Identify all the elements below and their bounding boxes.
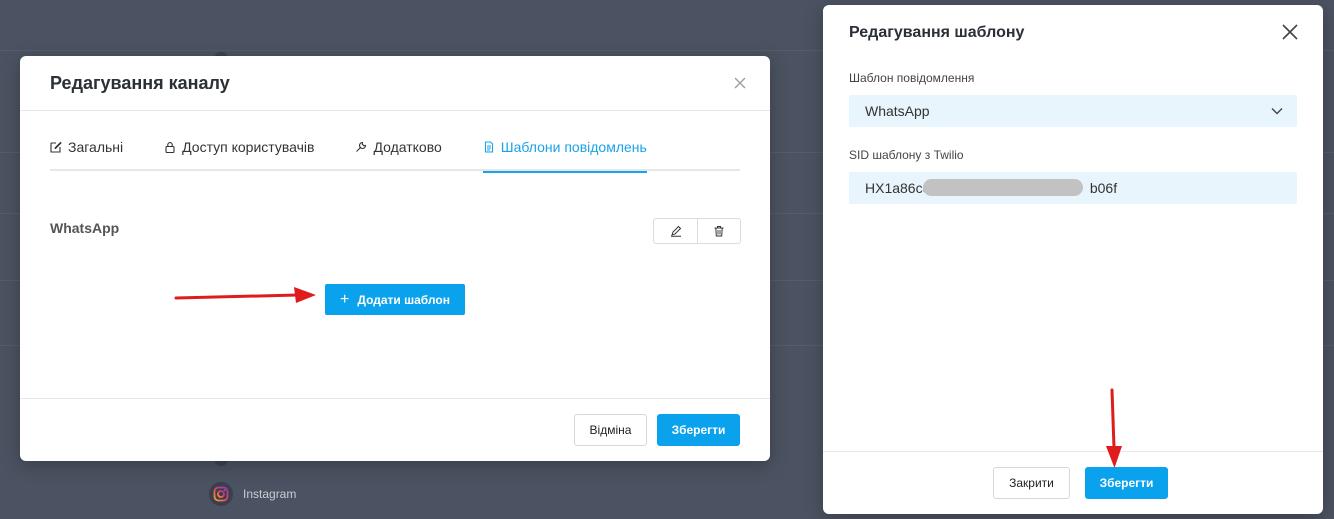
delete-template-button[interactable] [697, 219, 740, 243]
wrench-icon [355, 141, 367, 153]
tab-label: Доступ користувачів [182, 138, 315, 155]
tab-general[interactable]: Загальні [50, 134, 123, 171]
message-template-label: Шаблон повідомлення [849, 71, 975, 85]
add-template-label: Додати шаблон [357, 292, 450, 307]
add-template-button[interactable]: + Додати шаблон [325, 284, 465, 315]
message-template-value: WhatsApp [865, 103, 930, 119]
cancel-button[interactable]: Відміна [574, 414, 647, 446]
pencil-icon [670, 225, 682, 237]
document-icon [483, 140, 495, 153]
modal-footer: Відміна Зберегти [20, 398, 770, 461]
lock-icon [164, 141, 176, 153]
redacted-overlay [923, 179, 1083, 196]
close-button[interactable]: Закрити [993, 467, 1070, 499]
close-icon[interactable] [732, 75, 748, 91]
tab-user-access[interactable]: Доступ користувачів [164, 134, 314, 171]
save-button[interactable]: Зберегти [657, 414, 740, 446]
trash-icon [713, 225, 725, 237]
sid-label: SID шаблону з Twilio [849, 148, 964, 162]
message-template-select[interactable]: WhatsApp [849, 95, 1297, 127]
background-list-item-instagram: Instagram [209, 482, 296, 506]
close-icon[interactable] [1281, 23, 1299, 41]
tab-message-templates[interactable]: Шаблони повідомлень [482, 134, 647, 173]
tab-label: Загальні [68, 138, 124, 155]
background-list-item-label: Instagram [243, 487, 297, 501]
tab-additional[interactable]: Додатково [355, 134, 442, 171]
save-button[interactable]: Зберегти [1085, 467, 1168, 499]
template-edit-panel: Редагування шаблону Шаблон повідомлення … [823, 5, 1323, 514]
chevron-down-icon [1271, 107, 1283, 115]
plus-icon: + [340, 290, 350, 308]
panel-title: Редагування шаблону [849, 24, 1025, 41]
tab-bar: Загальні Доступ користувачів Додатково Ш… [50, 134, 740, 173]
edit-icon [50, 141, 62, 153]
channel-edit-modal: Редагування каналу Загальні Доступ корис… [20, 56, 770, 461]
template-actions [653, 218, 741, 244]
edit-template-button[interactable] [654, 219, 697, 243]
instagram-icon [209, 482, 233, 506]
template-name: WhatsApp [50, 220, 120, 236]
tab-label: Додатково [373, 138, 442, 155]
modal-title: Редагування каналу [50, 72, 230, 93]
modal-header: Редагування каналу [20, 56, 770, 111]
panel-footer: Закрити Зберегти [823, 451, 1323, 514]
tab-label: Шаблони повідомлень [500, 138, 647, 155]
